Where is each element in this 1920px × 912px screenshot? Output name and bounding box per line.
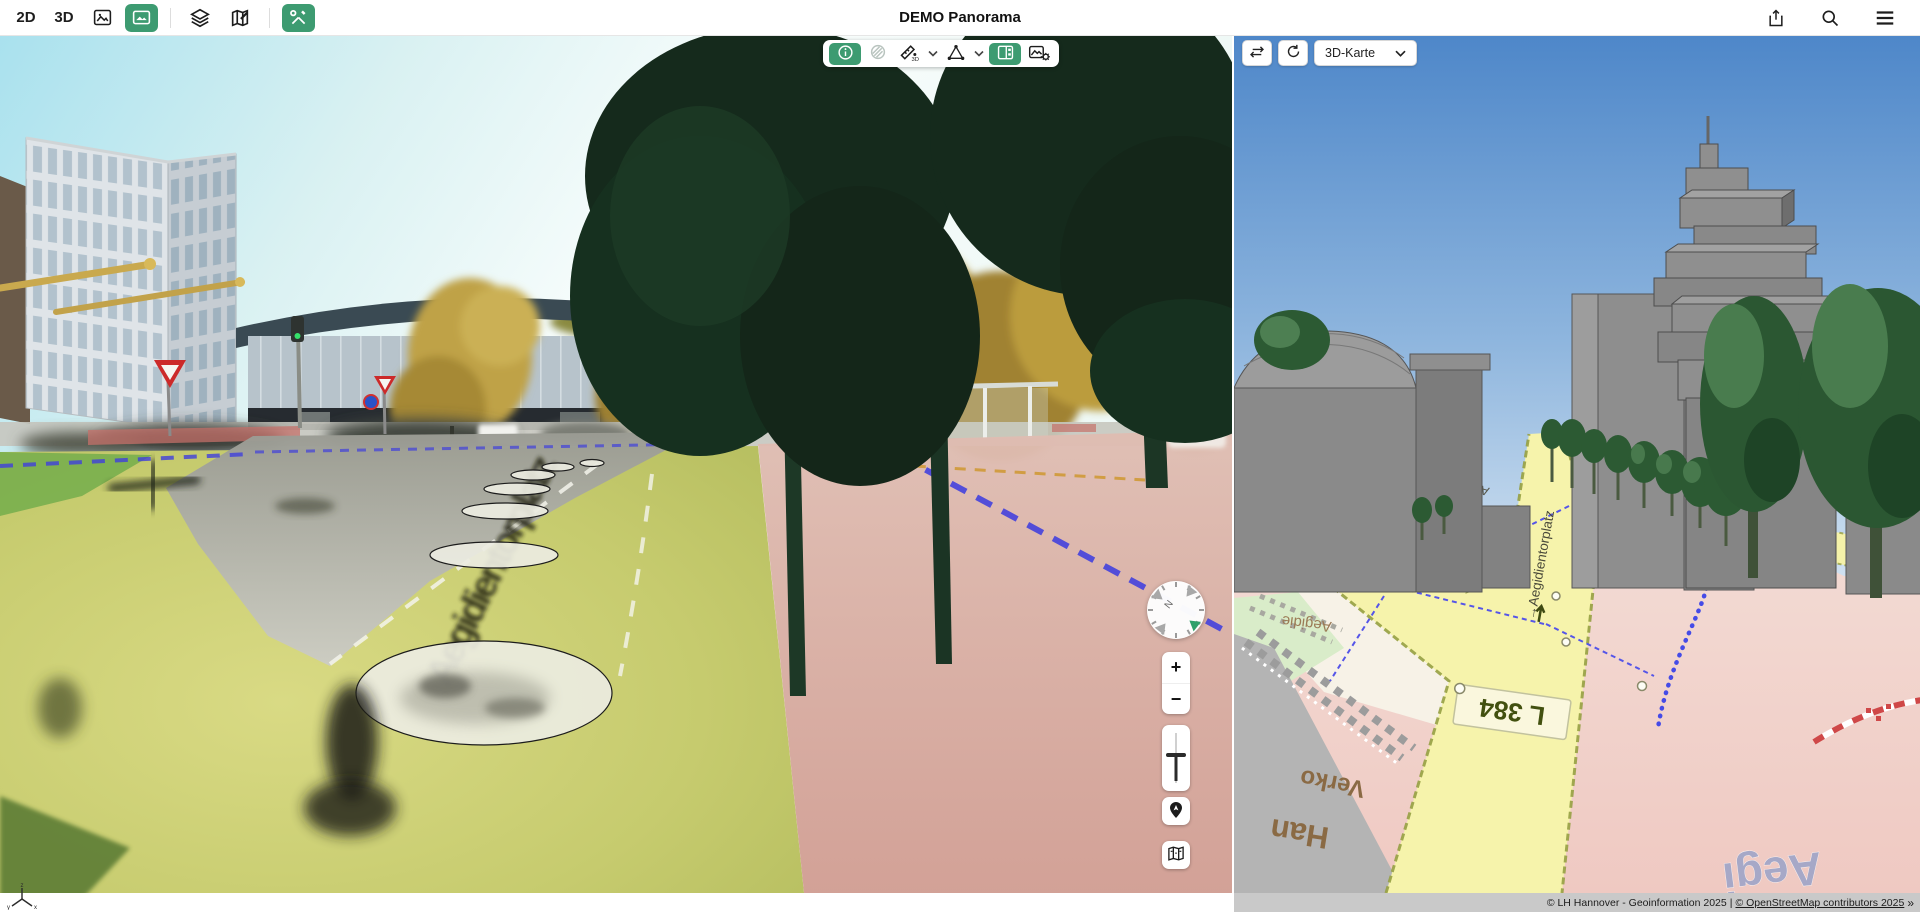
view-switcher: 2D 3D [0,4,325,32]
overlay-pink [758,430,1232,912]
map-legend-icon [229,7,251,29]
locate-button[interactable] [1162,797,1190,825]
image-icon [92,7,113,28]
area-measure-button[interactable] [943,43,969,65]
attribution-expand[interactable]: » [1907,896,1914,910]
area-dropdown-chevron[interactable] [973,50,985,57]
split-view-icon [996,44,1015,64]
view-3d-button[interactable]: 3D [48,4,80,32]
info-button[interactable] [829,43,861,65]
menu-button[interactable] [1868,4,1902,32]
pano-marker[interactable] [484,483,550,495]
app-header: 2D 3D [0,0,1920,36]
sphere-icon [869,43,887,64]
map-legend-button[interactable] [223,4,257,32]
share-button[interactable] [1760,4,1792,32]
info-icon [837,44,854,64]
zoom-in-button[interactable]: + [1162,652,1190,683]
swap-views-button[interactable] [1242,40,1272,66]
area-measure-icon [946,43,966,65]
tilt-slider[interactable] [1162,725,1190,791]
ground-overlays: Aegidientorplatz [0,422,1232,912]
swap-icon [1249,46,1265,61]
panorama-scene: Aegidientorplatz [0,36,1232,912]
search-button[interactable] [1814,4,1846,32]
map-top-controls: 3D-Karte [1242,40,1417,66]
divider [170,8,171,28]
map-3d-panel[interactable]: L 384 Aegidientorplatz →Aegidientorplatz… [1232,36,1920,912]
view-2d-button[interactable]: 2D [10,4,42,32]
axes-gizmo: z y x [6,882,38,910]
compass[interactable]: N [1146,580,1206,640]
image-settings-icon [1028,43,1050,65]
divider [269,8,270,28]
axis-y-label: y [7,905,10,910]
pano-marker[interactable] [430,542,558,568]
image-button[interactable] [86,4,119,32]
split-view-button[interactable] [989,43,1021,65]
layers-button[interactable] [183,4,217,32]
location-pin-icon [1168,801,1184,822]
sync-views-button[interactable] [1278,40,1308,66]
pano-marker[interactable] [542,463,574,471]
attribution-separator: | [1730,897,1733,909]
axis-z-label: z [21,883,24,889]
attribution-source: © LH Hannover - Geoinformation 2025 [1547,897,1727,909]
map-type-value: 3D-Karte [1325,46,1375,60]
panorama-toolbar: 3D [823,40,1059,67]
menu-icon [1874,7,1896,29]
zoom-control: + − [1162,652,1190,714]
osm-attribution-link[interactable]: © OpenStreetMap contributors 2025 [1735,897,1904,909]
chevron-down-icon [1395,46,1406,60]
svg-text:3D: 3D [912,57,919,62]
panorama-button[interactable] [125,4,158,32]
map-type-select[interactable]: 3D-Karte [1314,40,1417,66]
pano-marker[interactable] [511,470,555,480]
sphere-button[interactable] [865,43,891,65]
image-settings-button[interactable] [1025,43,1053,65]
attribution-bar: © LH Hannover - Geoinformation 2025 | © … [1234,893,1920,912]
panorama-icon [131,7,152,28]
share-icon [1766,8,1786,28]
measure-3d-icon: 3D [898,42,920,65]
minimap-icon [1167,846,1185,865]
sync-icon [1286,44,1301,62]
measure-dropdown-chevron[interactable] [927,50,939,57]
tools-button[interactable] [282,4,315,32]
pano-bottom-strip [0,893,1232,912]
marker-shadows [400,672,550,724]
pano-marker[interactable] [462,503,548,519]
layers-icon [189,7,211,29]
map-3d-scene: L 384 Aegidientorplatz →Aegidientorplatz… [1234,36,1920,912]
search-icon [1820,8,1840,28]
zoom-out-button[interactable]: − [1162,684,1190,715]
pano-marker[interactable] [580,460,604,467]
tilt-slider-handle[interactable] [1168,755,1184,781]
measure-3d-button[interactable]: 3D [895,43,923,65]
panorama-panel[interactable]: Aegidientorplatz [0,36,1232,912]
overview-map-button[interactable] [1162,841,1190,869]
tools-icon [288,7,309,28]
axis-x-label: x [34,905,37,910]
